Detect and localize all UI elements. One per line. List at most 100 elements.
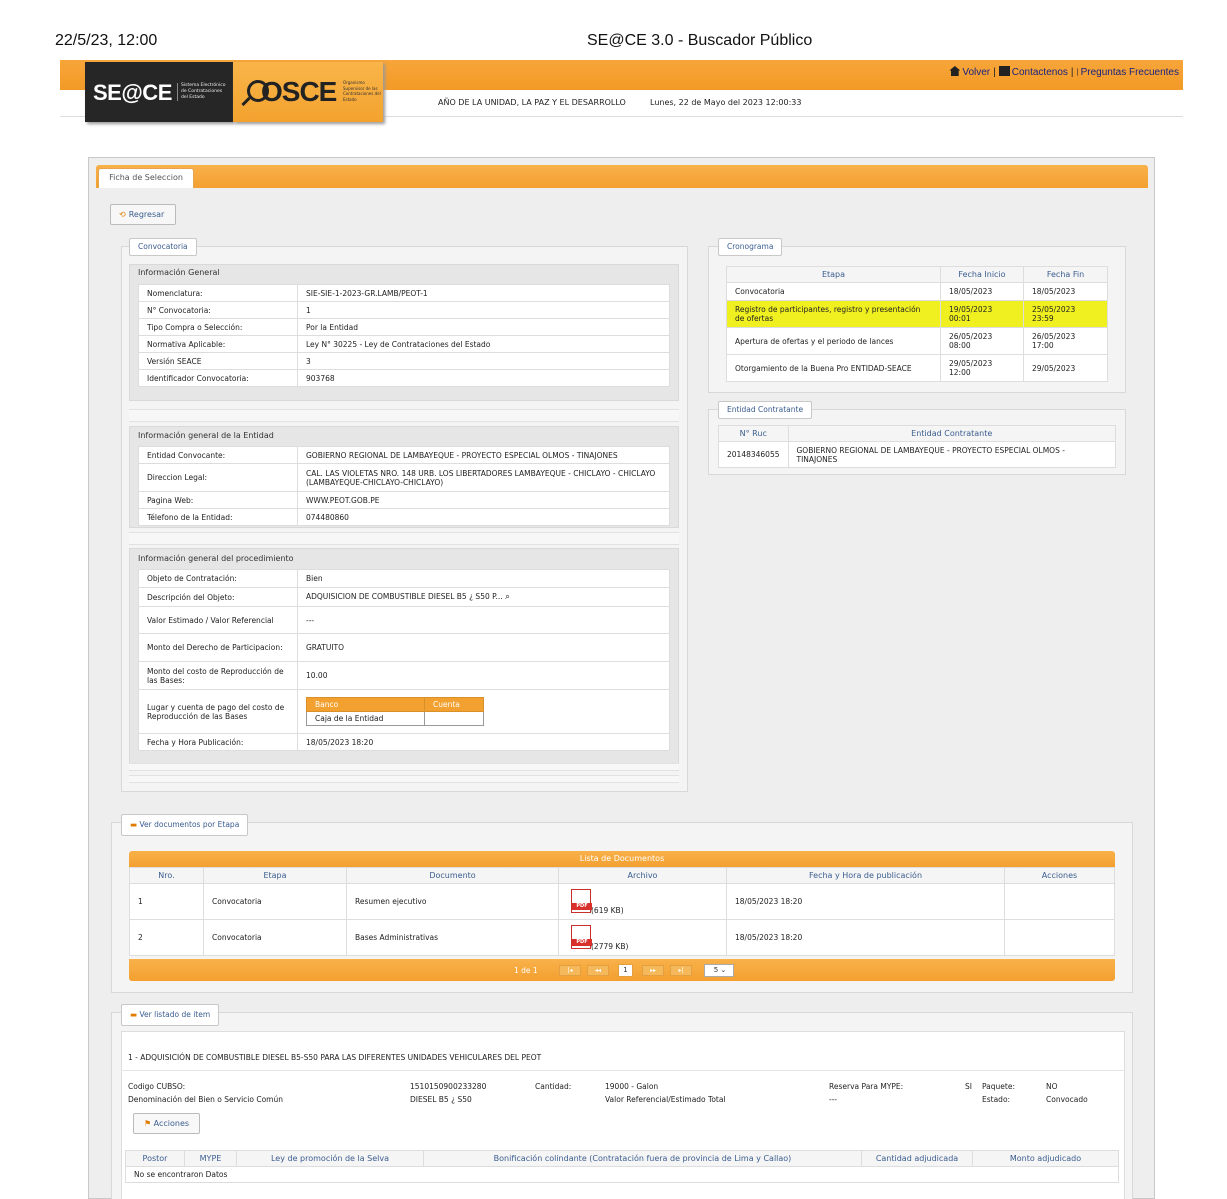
items-legend[interactable]: ▬ Ver listado de item bbox=[121, 1004, 220, 1026]
header-motto: AÑO DE LA UNIDAD, LA PAZ Y EL DESARROLLO bbox=[438, 98, 626, 107]
procedimiento-title: Información general del procedimiento bbox=[138, 554, 294, 563]
denominacion: DIESEL B5 ¿ S50 bbox=[410, 1095, 472, 1104]
info-general-title: Información General bbox=[138, 268, 220, 277]
kv-row: Direccion Legal: CAL. LAS VIOLETAS NRO. 1… bbox=[138, 463, 670, 492]
documento-row: 1 Convocatoria Resumen ejecutivo (619 KB… bbox=[129, 883, 1115, 920]
pago-label: Lugar y cuenta de pago del costo de Repr… bbox=[138, 689, 298, 734]
tab-bar: Ficha de Seleccion bbox=[96, 165, 1148, 188]
procedimiento-table: Objeto de Contratación: Bien Descripción … bbox=[138, 569, 670, 751]
field-value: 1 bbox=[297, 301, 670, 319]
entidad-contratante-table: N° Ruc Entidad Contratante 20148346055 G… bbox=[718, 425, 1116, 468]
reserva-mype: SI bbox=[965, 1082, 972, 1091]
field-value: WWW.PEOT.GOB.PE bbox=[297, 491, 670, 509]
rss-icon: ⦚ bbox=[1076, 68, 1079, 79]
field-value: GOBIERNO REGIONAL DE LAMBAYEQUE - PROYEC… bbox=[297, 446, 670, 464]
last-page-button[interactable]: ▸| bbox=[670, 965, 692, 976]
field-label: Pagina Web: bbox=[138, 491, 298, 509]
kv-row: Normativa Aplicable: Ley N° 30225 - Ley d… bbox=[138, 335, 670, 353]
kv-row: Pagina Web: WWW.PEOT.GOB.PE bbox=[138, 491, 670, 509]
valor-referencial: --- bbox=[829, 1095, 838, 1104]
documentos-table: Nro. Etapa Documento Archivo Fecha y Hor… bbox=[129, 867, 1115, 956]
print-date: 22/5/23, 12:00 bbox=[55, 32, 158, 49]
field-value: Ley N° 30225 - Ley de Contrataciones del… bbox=[297, 335, 670, 353]
pago-table: Banco Cuenta Caja de la Entidad bbox=[306, 697, 484, 726]
documentos-panel: ▬ Ver documentos por Etapa Lista de Docu… bbox=[111, 814, 1133, 993]
regresar-button[interactable]: ⟲ Regresar bbox=[110, 204, 176, 225]
first-page-button[interactable]: |◂ bbox=[559, 965, 581, 976]
field-value: 074480860 bbox=[297, 508, 670, 526]
entidad-contratante-legend[interactable]: Entidad Contratante bbox=[718, 401, 813, 419]
empty-message: No se encontraron Datos bbox=[125, 1166, 1119, 1183]
cronograma-row: Otorgamiento de la Buena Pro ENTIDAD-SEA… bbox=[726, 354, 1108, 382]
convocatoria-legend[interactable]: Convocatoria bbox=[129, 238, 197, 256]
kv-row: Entidad Convocante: GOBIERNO REGIONAL DE … bbox=[138, 446, 670, 464]
field-label: Nomenclatura: bbox=[138, 284, 298, 302]
flag-icon: ⚑ bbox=[143, 1119, 152, 1128]
field-value: Por la Entidad bbox=[297, 318, 670, 336]
cronograma-panel: Cronograma Etapa Fecha Inicio Fecha Fin … bbox=[708, 238, 1126, 393]
pager-label: 1 de 1 bbox=[514, 966, 538, 975]
info-general-table: Nomenclatura: SIE-SIE-1-2023-GR.LAMB/PEOT… bbox=[138, 284, 670, 387]
kv-row: Tipo Compra o Selección: Por la Entidad bbox=[138, 318, 670, 336]
items-panel: ▬ Ver listado de item 1 - ADQUISICIÓN DE… bbox=[111, 1004, 1133, 1199]
documento-row: 2 Convocatoria Bases Administrativas (27… bbox=[129, 919, 1115, 956]
print-title: SE@CE 3.0 - Buscador Público bbox=[587, 32, 813, 49]
field-value: 903768 bbox=[297, 369, 670, 387]
next-page-button[interactable]: ▸▸ bbox=[642, 965, 664, 976]
field-label: N° Convocatoria: bbox=[138, 301, 298, 319]
seace-logo[interactable]: SE@CE Sistema Electrónico de Contratacio… bbox=[85, 62, 233, 122]
site-header: SE@CE Sistema Electrónico de Contratacio… bbox=[60, 60, 1183, 122]
per-page-select[interactable]: 5 ⌄ bbox=[704, 964, 734, 977]
field-label: Entidad Convocante: bbox=[138, 446, 298, 464]
entidad-title: Información general de la Entidad bbox=[138, 431, 274, 440]
back-icon: ⟲ bbox=[119, 210, 126, 219]
paquete: NO bbox=[1046, 1082, 1058, 1091]
field-label: Télefono de la Entidad: bbox=[138, 508, 298, 526]
contactenos-link[interactable]: Contactenos bbox=[998, 66, 1068, 78]
cantidad: 19000 - Galon bbox=[605, 1082, 659, 1091]
prev-page-button[interactable]: ◂◂ bbox=[587, 965, 609, 976]
ficha-container: Ficha de Seleccion ⟲ Regresar Convocatori… bbox=[88, 157, 1155, 1199]
cronograma-table: Etapa Fecha Inicio Fecha Fin Convocatori… bbox=[726, 266, 1108, 382]
field-value: SIE-SIE-1-2023-GR.LAMB/PEOT-1 bbox=[297, 284, 670, 302]
kv-row: Nomenclatura: SIE-SIE-1-2023-GR.LAMB/PEOT… bbox=[138, 284, 670, 302]
adjudicacion-table: Postor MYPE Ley de promoción de la Selva… bbox=[125, 1150, 1119, 1183]
cronograma-legend[interactable]: Cronograma bbox=[718, 238, 783, 256]
documentos-pager: 1 de 1 |◂ ◂◂ 1 ▸▸ ▸| 5 ⌄ bbox=[129, 959, 1115, 981]
collapse-icon: ▬ bbox=[130, 820, 138, 829]
preguntas-link[interactable]: ⦚ Preguntas Frecuentes bbox=[1076, 67, 1179, 79]
convocatoria-panel: Convocatoria Información General Nomencl… bbox=[121, 238, 688, 792]
codigo-cubso: 1510150900233280 bbox=[410, 1082, 487, 1091]
field-label: Normativa Aplicable: bbox=[138, 335, 298, 353]
entidad-table: Entidad Convocante: GOBIERNO REGIONAL DE … bbox=[138, 446, 670, 526]
kv-row: Identificador Convocatoria: 903768 bbox=[138, 369, 670, 387]
field-label: Direccion Legal: bbox=[138, 463, 298, 492]
cronograma-row-current: Registro de participantes, registro y pr… bbox=[726, 300, 1108, 328]
current-page[interactable]: 1 bbox=[618, 964, 633, 977]
kv-row: Versión SEACE 3 bbox=[138, 352, 670, 370]
collapse-icon: ▬ bbox=[130, 1010, 138, 1019]
item-title: 1 - ADQUISICIÓN DE COMBUSTIBLE DIESEL B5… bbox=[128, 1053, 542, 1062]
mail-icon bbox=[998, 66, 1010, 76]
acciones-button[interactable]: ⚑ Acciones bbox=[133, 1113, 200, 1134]
field-label: Tipo Compra o Selección: bbox=[138, 318, 298, 336]
documentos-legend[interactable]: ▬ Ver documentos por Etapa bbox=[121, 814, 249, 836]
osce-logo[interactable]: OSCE Organismo Supervisor de las Contrat… bbox=[233, 62, 383, 122]
search-icon[interactable]: ⌕ bbox=[505, 592, 510, 602]
descripcion-objeto: ADQUISICION DE COMBUSTIBLE DIESEL B5 ¿ S… bbox=[306, 592, 503, 601]
entidad-contratante-panel: Entidad Contratante N° Ruc Entidad Contr… bbox=[708, 401, 1126, 475]
pdf-icon[interactable] bbox=[571, 888, 592, 913]
kv-row: Télefono de la Entidad: 074480860 bbox=[138, 508, 670, 526]
tab-ficha-seleccion[interactable]: Ficha de Seleccion bbox=[98, 168, 194, 188]
volver-link[interactable]: Volver bbox=[949, 66, 990, 78]
cronograma-row: Apertura de ofertas y el periodo de lanc… bbox=[726, 327, 1108, 355]
field-label: Versión SEACE bbox=[138, 352, 298, 370]
field-value: 3 bbox=[297, 352, 670, 370]
top-links: Volver | Contactenos | ⦚ Preguntas Frecuentes bbox=[949, 66, 1179, 79]
documentos-title: Lista de Documentos bbox=[129, 851, 1115, 867]
kv-row: N° Convocatoria: 1 bbox=[138, 301, 670, 319]
estado: Convocado bbox=[1046, 1095, 1088, 1104]
cronograma-row: Convocatoria 18/05/2023 18/05/2023 bbox=[726, 282, 1108, 301]
field-label: Identificador Convocatoria: bbox=[138, 369, 298, 387]
pdf-icon[interactable] bbox=[571, 924, 592, 949]
